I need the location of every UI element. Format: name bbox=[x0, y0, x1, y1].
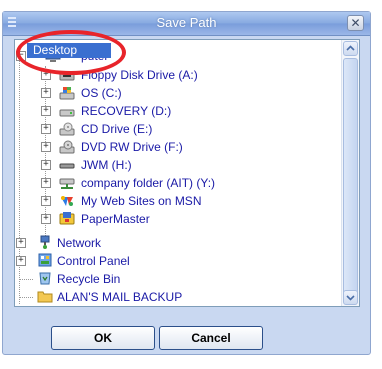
expand-toggle[interactable]: + bbox=[41, 88, 51, 98]
cancel-button[interactable]: Cancel bbox=[159, 326, 263, 350]
tree-item-label: Network bbox=[57, 236, 102, 250]
annotation-circle bbox=[16, 30, 126, 75]
recycle-bin-icon bbox=[39, 272, 51, 285]
tree-item-drive-d[interactable]: + RECOVERY (D:) bbox=[15, 102, 335, 120]
tree-item-label: CD Drive (E:) bbox=[81, 122, 153, 136]
tree-item-label: JWM (H:) bbox=[81, 158, 132, 172]
tree-item-label: Recycle Bin bbox=[57, 272, 121, 286]
control-panel-icon bbox=[38, 253, 52, 267]
tree-item-label: ALAN'S MAIL BACKUP bbox=[57, 290, 183, 304]
tree-item-msn-sites[interactable]: + My Web Sites on MSN bbox=[15, 192, 335, 210]
expand-toggle[interactable]: + bbox=[41, 214, 51, 224]
network-drive-icon bbox=[59, 178, 75, 189]
tree-item-papermaster[interactable]: + PaperMaster bbox=[15, 210, 335, 228]
tree-item-label: Control Panel bbox=[57, 254, 130, 268]
vertical-scrollbar[interactable] bbox=[341, 40, 359, 306]
ok-button[interactable]: OK bbox=[51, 326, 155, 350]
tree-item-label: PaperMaster bbox=[81, 212, 150, 226]
tree-item-drive-e[interactable]: + CD Drive (E:) bbox=[15, 120, 335, 138]
cd-drive-icon bbox=[59, 122, 75, 136]
dialog-button-bar: OK Cancel bbox=[23, 326, 357, 354]
expand-toggle[interactable]: + bbox=[41, 106, 51, 116]
expand-toggle[interactable]: + bbox=[41, 142, 51, 152]
dialog-title: Save Path bbox=[156, 15, 217, 30]
tree-item-label: RECOVERY (D:) bbox=[81, 104, 172, 118]
papermaster-icon bbox=[59, 212, 75, 225]
chevron-down-icon bbox=[346, 295, 355, 301]
expand-toggle[interactable]: + bbox=[41, 196, 51, 206]
network-icon bbox=[40, 235, 50, 249]
expand-toggle[interactable]: + bbox=[16, 238, 26, 248]
chevron-up-icon bbox=[346, 45, 355, 51]
scroll-up-button[interactable] bbox=[343, 41, 358, 56]
hard-drive-windows-icon bbox=[59, 87, 75, 100]
tree-item-label: My Web Sites on MSN bbox=[81, 194, 202, 208]
expand-toggle[interactable]: + bbox=[41, 178, 51, 188]
expand-toggle[interactable]: + bbox=[41, 160, 51, 170]
close-button[interactable]: ✕ bbox=[347, 15, 364, 31]
tree-item-label: DVD RW Drive (F:) bbox=[81, 140, 183, 154]
folder-icon bbox=[37, 291, 53, 303]
tree-item-control-panel[interactable]: + Control Panel bbox=[15, 252, 335, 270]
scroll-thumb[interactable] bbox=[343, 58, 358, 296]
tree-item-label: OS (C:) bbox=[81, 86, 122, 100]
removable-drive-icon bbox=[59, 163, 75, 169]
hard-drive-icon bbox=[59, 109, 75, 117]
tree-item-drive-y[interactable]: + company folder (AIT) (Y:) bbox=[15, 174, 335, 192]
tree-item-network[interactable]: + Network bbox=[15, 234, 335, 252]
tree-item-label: company folder (AIT) (Y:) bbox=[81, 176, 216, 190]
tree-item-drive-h[interactable]: + JWM (H:) bbox=[15, 156, 335, 174]
expand-toggle[interactable]: + bbox=[16, 256, 26, 266]
folder-tree-viewport: − puter + Floppy Disk Drive (A:) + bbox=[15, 40, 342, 306]
dvd-drive-icon bbox=[59, 140, 75, 154]
tree-item-drive-f[interactable]: + DVD RW Drive (F:) bbox=[15, 138, 335, 156]
scroll-down-button[interactable] bbox=[343, 290, 358, 305]
tree-item-alans-mail-backup[interactable]: ALAN'S MAIL BACKUP bbox=[15, 288, 335, 306]
expand-toggle[interactable]: + bbox=[41, 124, 51, 134]
tree-item-drive-c[interactable]: + OS (C:) bbox=[15, 84, 335, 102]
tree-line bbox=[19, 279, 33, 280]
tree-item-recycle-bin[interactable]: Recycle Bin bbox=[15, 270, 335, 288]
msn-sites-icon bbox=[61, 196, 73, 206]
tree-line bbox=[19, 297, 33, 298]
folder-tree[interactable]: − puter + Floppy Disk Drive (A:) + bbox=[14, 39, 360, 307]
